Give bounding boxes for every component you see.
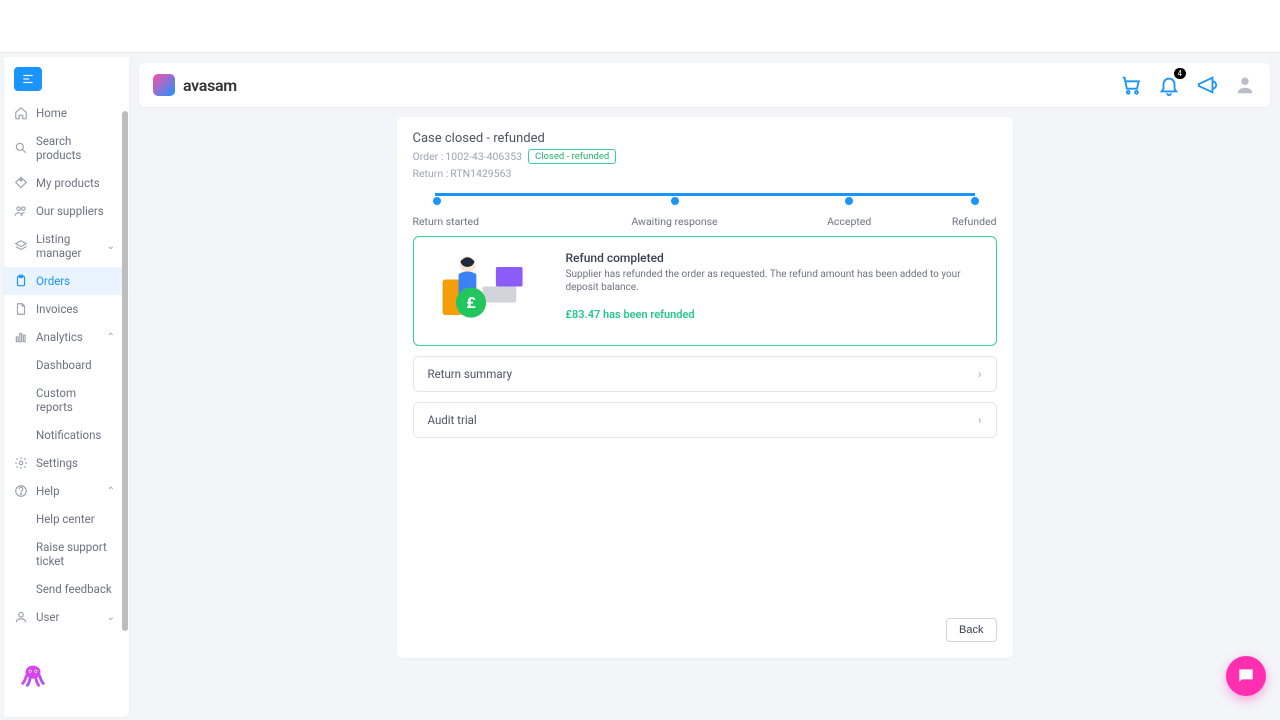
gear-icon — [14, 456, 28, 470]
progress-stepper: Return started Awaiting response Accepte… — [413, 190, 997, 228]
sidebar-item-label: Send feedback — [36, 582, 112, 596]
sidebar-item-label: Analytics — [36, 330, 83, 344]
order-label: Order : — [413, 150, 444, 163]
sidebar-item-label: Home — [36, 106, 67, 120]
sidebar-item-label: Help — [36, 484, 60, 498]
sidebar-item-label: Settings — [36, 456, 78, 470]
sidebar-item-label: My products — [36, 176, 100, 190]
sidebar-item-label: Help center — [36, 512, 95, 526]
step-label: Return started — [413, 215, 588, 228]
sidebar-item-orders[interactable]: Orders — [4, 267, 125, 295]
sidebar: Home Search products My products Our suppli… — [4, 57, 129, 717]
sidebar-item-home[interactable]: Home — [4, 99, 125, 127]
browser-chrome — [0, 0, 1280, 53]
people-icon — [14, 204, 28, 218]
top-header: avasam 4 — [139, 63, 1270, 107]
sidebar-item-search-products[interactable]: Search products — [4, 127, 125, 169]
accordion-return-summary[interactable]: Return summary › — [413, 356, 997, 392]
sidebar-item-label: Raise support ticket — [36, 540, 115, 568]
sidebar-item-help[interactable]: Help ⌃ — [4, 477, 125, 505]
profile-icon[interactable] — [1234, 74, 1256, 96]
sidebar-item-raise-support-ticket[interactable]: Raise support ticket — [4, 533, 125, 575]
sidebar-item-user[interactable]: User ⌄ — [4, 603, 125, 631]
status-badge: Closed - refunded — [528, 149, 616, 164]
bell-icon[interactable]: 4 — [1158, 74, 1180, 96]
sidebar-item-analytics[interactable]: Analytics ⌃ — [4, 323, 125, 351]
sidebar-item-label: Listing manager — [36, 232, 99, 260]
refund-amount: £83.47 has been refunded — [566, 308, 978, 321]
order-number: 1002-43-406353 — [445, 150, 522, 163]
app-mascot-icon — [18, 659, 48, 689]
back-button[interactable]: Back — [946, 618, 996, 642]
sidebar-item-invoices[interactable]: Invoices — [4, 295, 125, 323]
return-number: RTN1429563 — [450, 167, 511, 180]
sidebar-item-label: User — [36, 610, 59, 624]
sidebar-item-label: Custom reports — [36, 386, 115, 414]
chevron-up-icon: ⌃ — [107, 332, 115, 343]
brand-name: avasam — [183, 76, 237, 95]
layers-icon — [14, 239, 28, 253]
sidebar-item-label: Search products — [36, 134, 115, 162]
search-icon — [14, 141, 28, 155]
accordion-label: Audit trial — [428, 413, 477, 427]
sidebar-item-label: Invoices — [36, 302, 78, 316]
notification-badge: 4 — [1174, 68, 1187, 79]
sidebar-scrollbar[interactable] — [122, 111, 128, 631]
user-icon — [14, 610, 28, 624]
case-title: Case closed - refunded — [413, 131, 997, 146]
sidebar-item-label: Our suppliers — [36, 204, 104, 218]
home-icon — [14, 106, 28, 120]
sidebar-item-my-products[interactable]: My products — [4, 169, 125, 197]
brand[interactable]: avasam — [153, 74, 237, 96]
sidebar-item-listing-manager[interactable]: Listing manager ⌄ — [4, 225, 125, 267]
step-label: Awaiting response — [587, 215, 762, 228]
announce-icon[interactable] — [1196, 74, 1218, 96]
return-label: Return : — [413, 167, 449, 180]
chevron-right-icon: › — [978, 413, 981, 427]
sidebar-item-label: Dashboard — [36, 358, 92, 372]
sidebar-item-notifications[interactable]: Notifications — [4, 421, 125, 449]
chevron-down-icon: ⌄ — [107, 241, 115, 252]
sidebar-collapse-button[interactable] — [14, 67, 42, 91]
sidebar-item-help-center[interactable]: Help center — [4, 505, 125, 533]
sidebar-item-send-feedback[interactable]: Send feedback — [4, 575, 125, 603]
refund-completed-panel: £ Refund completed Supplier has refunded… — [413, 236, 997, 346]
chevron-up-icon: ⌃ — [107, 486, 115, 497]
step-label: Accepted — [762, 215, 937, 228]
svg-text:£: £ — [466, 293, 476, 312]
accordion-label: Return summary — [428, 367, 513, 381]
accordion-audit-trial[interactable]: Audit trial › — [413, 402, 997, 438]
chevron-down-icon: ⌄ — [107, 612, 115, 623]
step-label: Refunded — [937, 215, 997, 228]
clipboard-icon — [14, 274, 28, 288]
sidebar-item-label: Notifications — [36, 428, 101, 442]
sidebar-item-dashboard[interactable]: Dashboard — [4, 351, 125, 379]
cart-icon[interactable] — [1120, 74, 1142, 96]
help-icon — [14, 484, 28, 498]
bars-icon — [14, 330, 28, 344]
case-card: Case closed - refunded Order : 1002-43-4… — [397, 117, 1013, 658]
file-icon — [14, 302, 28, 316]
sidebar-item-our-suppliers[interactable]: Our suppliers — [4, 197, 125, 225]
sidebar-item-settings[interactable]: Settings — [4, 449, 125, 477]
refund-description: Supplier has refunded the order as reque… — [566, 269, 978, 294]
sidebar-nav: Home Search products My products Our suppli… — [4, 99, 129, 631]
refund-illustration-icon: £ — [432, 251, 542, 331]
sidebar-item-custom-reports[interactable]: Custom reports — [4, 379, 125, 421]
sidebar-item-label: Orders — [36, 274, 70, 288]
brand-logo-icon — [153, 74, 175, 96]
chat-button[interactable] — [1226, 656, 1266, 696]
tag-icon — [14, 176, 28, 190]
refund-title: Refund completed — [566, 251, 978, 265]
chevron-right-icon: › — [978, 367, 981, 381]
